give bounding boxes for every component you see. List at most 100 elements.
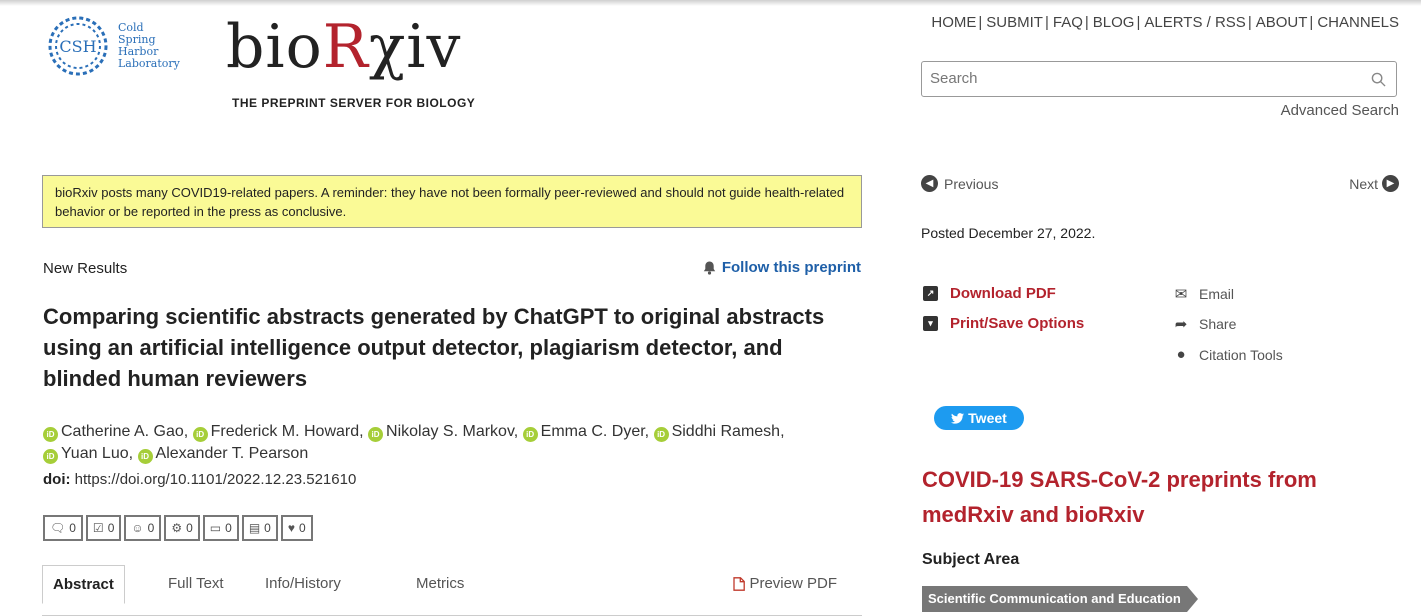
tab-metrics[interactable]: Metrics: [416, 565, 464, 603]
author[interactable]: iD Nikolay S. Markov,: [368, 423, 519, 442]
nav-alerts-rss[interactable]: ALERTS / RSS: [1144, 14, 1245, 31]
author[interactable]: iD Alexander T. Pearson: [137, 445, 309, 464]
orcid-icon[interactable]: iD: [43, 449, 58, 464]
tagline: THE PREPRINT SERVER FOR BIOLOGY: [232, 96, 476, 110]
search-input[interactable]: [922, 62, 1342, 94]
checkbox-icon: ☑: [92, 521, 104, 535]
author-name: Siddhi Ramesh,: [671, 423, 785, 440]
citation-tools-link[interactable]: ● Citation Tools: [1171, 346, 1283, 363]
author-name: Yuan Luo,: [61, 445, 134, 462]
doi: doi: https://doi.org/10.1101/2022.12.23.…: [43, 471, 356, 488]
share-arrow-icon: ➦: [1174, 316, 1188, 333]
altmetric-bar: 🗨 0 ☑ 0 ☺ 0 ⚙ 0 ▭ 0 ▤ 0 ♥ 0: [43, 515, 316, 541]
arrow-left-circle-icon: ◀: [921, 175, 938, 192]
author-name: Alexander T. Pearson: [155, 445, 309, 462]
orcid-icon[interactable]: iD: [192, 427, 208, 442]
email-label: Email: [1199, 286, 1235, 302]
author-list: iD Catherine A. Gao, iD Frederick M. Howar…: [43, 421, 873, 465]
globe-icon: ●: [1176, 346, 1186, 363]
twitter-bird-icon: [951, 412, 965, 424]
comments-metric[interactable]: 🗨 0: [43, 515, 83, 541]
previous-label: Previous: [944, 175, 999, 192]
arrow-right-circle-icon: ▶: [1382, 175, 1399, 192]
author-name: Emma C. Dyer,: [540, 423, 650, 440]
tab-abstract[interactable]: Abstract: [42, 565, 125, 604]
cshl-line: Laboratory: [118, 57, 180, 70]
author[interactable]: iD Catherine A. Gao,: [43, 423, 189, 442]
advanced-search-link[interactable]: Advanced Search: [1281, 102, 1399, 119]
search-icon[interactable]: [1371, 72, 1386, 87]
print-save-link[interactable]: ▾ Print/Save Options: [923, 315, 1084, 332]
orcid-icon[interactable]: iD: [43, 427, 58, 442]
email-link[interactable]: ✉ Email: [1171, 285, 1234, 303]
covid-notice: bioRxiv posts many COVID19-related paper…: [42, 175, 862, 228]
nav-separator: |: [1309, 14, 1314, 31]
automated-metric[interactable]: ⚙ 0: [164, 515, 200, 541]
videos-metric[interactable]: ▤ 0: [241, 515, 278, 541]
cogs-icon: ⚙: [171, 521, 183, 535]
envelope-icon: ✉: [1174, 286, 1188, 303]
nav-submit[interactable]: SUBMIT: [986, 14, 1043, 31]
orcid-icon[interactable]: iD: [653, 427, 669, 442]
preview-pdf-link[interactable]: Preview PDF: [733, 565, 837, 603]
next-link[interactable]: Next ▶: [1349, 175, 1399, 192]
tweet-button[interactable]: Tweet: [934, 406, 1024, 430]
brand-part-r: R: [322, 12, 369, 82]
author[interactable]: iD Yuan Luo,: [43, 445, 134, 464]
comment-icon: 🗨: [50, 521, 66, 535]
biorxiv-logo[interactable]: bioRχiv: [226, 14, 461, 80]
monitor-icon: ▭: [209, 521, 222, 535]
nav-blog[interactable]: BLOG: [1093, 14, 1135, 31]
nav-home[interactable]: HOME: [931, 14, 976, 31]
doi-link[interactable]: https://doi.org/10.1101/2022.12.23.52161…: [75, 471, 357, 488]
brand-part-bio: bio: [226, 12, 323, 82]
author[interactable]: iD Frederick M. Howard,: [192, 423, 364, 442]
doi-label: doi:: [43, 471, 71, 488]
pdf-file-icon: [733, 577, 746, 591]
metric-count: 0: [186, 521, 193, 535]
nav-separator: |: [978, 14, 983, 31]
author[interactable]: iD Siddhi Ramesh,: [653, 423, 785, 442]
tab-full-text[interactable]: Full Text: [168, 565, 224, 603]
author-name: Nikolay S. Markov,: [386, 423, 519, 440]
reviews-metric[interactable]: ☑ 0: [85, 515, 122, 541]
nav-separator: |: [1044, 14, 1049, 31]
cshl-logo-link[interactable]: CSH Cold Spring Harbor Laboratory: [44, 12, 180, 80]
brand-part-xiv: χiv: [368, 12, 462, 82]
film-icon: ▤: [248, 521, 261, 535]
next-label: Next: [1349, 175, 1378, 192]
covid-preprints-link[interactable]: COVID-19 SARS-CoV-2 preprints from medRx…: [922, 462, 1402, 532]
subject-area-tag[interactable]: Scientific Communication and Education: [922, 586, 1198, 612]
metric-count: 0: [298, 521, 306, 535]
author[interactable]: iD Emma C. Dyer,: [522, 423, 650, 442]
posted-date: Posted December 27, 2022.: [921, 225, 1096, 241]
previous-link[interactable]: ◀ Previous: [921, 175, 998, 192]
share-label: Share: [1199, 316, 1237, 332]
orcid-icon[interactable]: iD: [368, 427, 384, 442]
nav-separator: |: [1084, 14, 1089, 31]
orcid-icon[interactable]: iD: [522, 427, 538, 442]
preview-pdf-label: Preview PDF: [749, 575, 837, 592]
tab-info-history[interactable]: Info/History: [265, 565, 341, 603]
download-pdf-link[interactable]: ↗ Download PDF: [923, 285, 1056, 302]
nav-about[interactable]: ABOUT: [1256, 14, 1308, 31]
metric-count: 0: [69, 521, 76, 535]
article-type: New Results: [43, 260, 128, 277]
author-name: Catherine A. Gao,: [61, 423, 189, 440]
twitter-metric[interactable]: ♥ 0: [280, 515, 313, 541]
orcid-icon[interactable]: iD: [137, 449, 153, 464]
nav-faq[interactable]: FAQ: [1053, 14, 1083, 31]
citation-tools-label: Citation Tools: [1199, 346, 1283, 363]
blogs-metric[interactable]: ▭ 0: [202, 515, 239, 541]
nav-channels[interactable]: CHANNELS: [1317, 14, 1399, 31]
metric-count: 0: [107, 521, 115, 535]
cshl-name: Cold Spring Harbor Laboratory: [118, 22, 180, 70]
top-nav: HOME | SUBMIT | FAQ | BLOG | ALERTS / RSS | A…: [931, 14, 1399, 31]
follow-preprint-link[interactable]: Follow this preprint: [703, 259, 861, 276]
download-icon: ↗: [923, 286, 938, 301]
subject-area-heading: Subject Area: [922, 551, 1020, 568]
share-link[interactable]: ➦ Share: [1171, 315, 1237, 333]
cshl-dna-logo-icon: CSH: [48, 16, 108, 76]
top-shadow: [0, 0, 1421, 6]
community-metric[interactable]: ☺ 0: [124, 515, 162, 541]
